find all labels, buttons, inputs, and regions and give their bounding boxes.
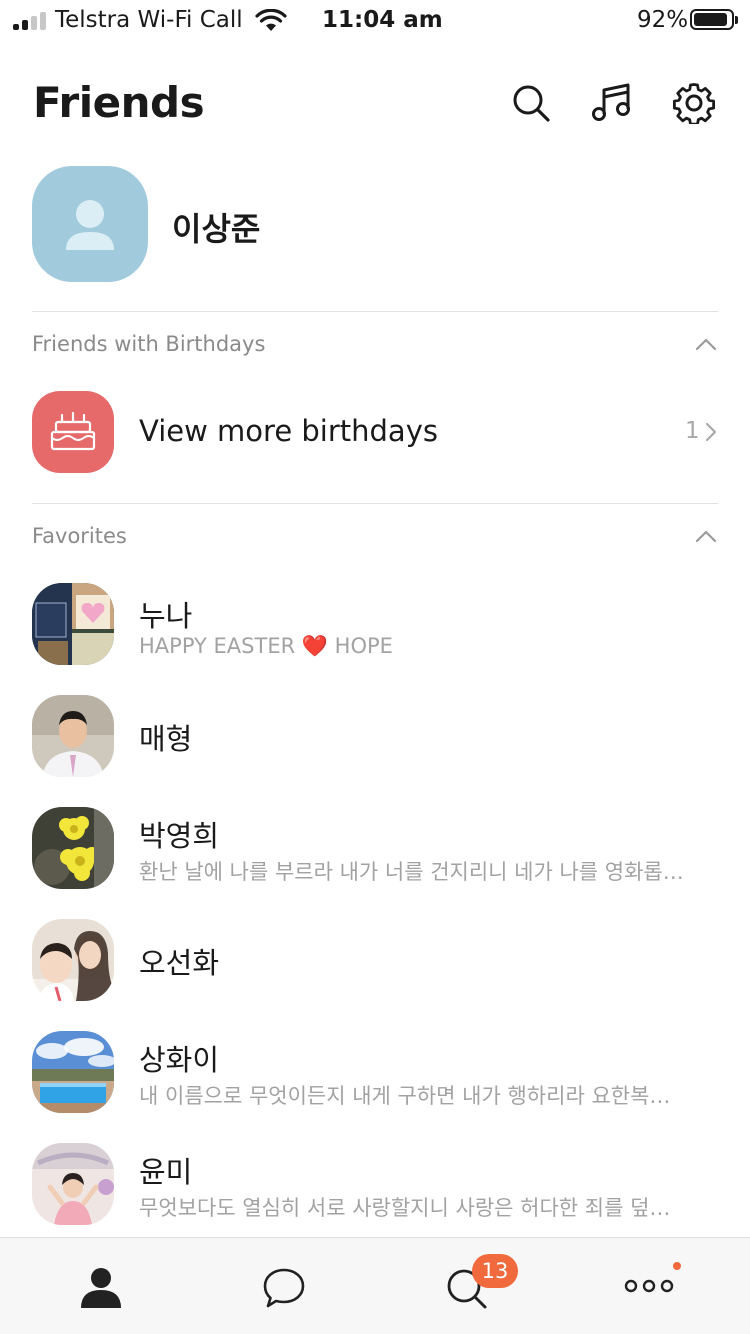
wifi-icon [255, 9, 287, 31]
friend-row[interactable]: 매형 [0, 688, 750, 788]
friend-avatar [32, 807, 114, 889]
friend-status-message: HAPPY EASTER ❤️ HOPE [139, 634, 393, 658]
more-tab-notification-dot [673, 1262, 681, 1270]
birthday-count: 1 [685, 418, 700, 444]
tab-chats[interactable] [190, 1238, 377, 1334]
status-time: 11:04 am [322, 7, 443, 33]
friend-row[interactable]: 오선화 [0, 912, 750, 1012]
friend-avatar [32, 695, 114, 777]
gear-icon[interactable] [673, 82, 715, 124]
carrier-name: Telstra Wi-Fi Call [55, 7, 243, 33]
section-header-favorites: Favorites [32, 524, 127, 548]
divider [32, 503, 718, 504]
person-icon [81, 1268, 121, 1308]
friend-name: 오선화 [139, 946, 220, 980]
friend-row[interactable]: 박영희 환난 날에 나를 부르라 내가 너를 건지리니 네가 나를 영화롭… [0, 800, 750, 900]
section-header-birthdays: Friends with Birthdays [32, 332, 266, 356]
divider [32, 311, 718, 312]
friend-row[interactable]: 누나 HAPPY EASTER ❤️ HOPE [0, 576, 750, 676]
tab-view[interactable] [372, 1238, 559, 1334]
default-person-icon [66, 200, 114, 250]
friend-avatar [32, 919, 114, 1001]
friend-name: 매형 [139, 722, 193, 756]
chat-bubble-icon [263, 1268, 305, 1308]
friend-row[interactable]: 윤미 무엇보다도 열심히 서로 사랑할지니 사랑은 허다한 죄를 덮… [0, 1136, 750, 1236]
music-icon[interactable] [590, 82, 632, 124]
birthday-cake-icon [32, 391, 114, 473]
friend-status-message: 환난 날에 나를 부르라 내가 너를 건지리니 네가 나를 영화롭… [139, 860, 684, 884]
view-more-birthdays-label: View more birthdays [139, 414, 438, 448]
chevron-right-icon [705, 422, 717, 442]
tab-more[interactable] [555, 1238, 742, 1334]
battery-icon [690, 9, 738, 30]
page-title: Friends [33, 78, 205, 127]
friend-name: 박영희 [139, 819, 220, 853]
view-tab-badge: 13 [472, 1254, 518, 1288]
collapse-chevron-icon[interactable] [695, 337, 717, 351]
tab-friends[interactable] [7, 1238, 194, 1334]
signal-strength-icon [13, 12, 49, 30]
friend-avatar [32, 583, 114, 665]
my-profile-avatar[interactable] [32, 166, 148, 282]
bottom-tab-bar [0, 1237, 750, 1334]
friend-status-message: 무엇보다도 열심히 서로 사랑할지니 사랑은 허다한 죄를 덮… [139, 1196, 671, 1220]
friend-status-message: 내 이름으로 무엇이든지 내게 구하면 내가 행하리라 요한복… [139, 1084, 671, 1108]
friend-row[interactable]: 상화이 내 이름으로 무엇이든지 내게 구하면 내가 행하리라 요한복… [0, 1024, 750, 1124]
collapse-chevron-icon[interactable] [695, 529, 717, 543]
friend-name: 상화이 [139, 1043, 220, 1077]
search-icon[interactable] [510, 82, 552, 124]
friend-name: 윤미 [139, 1155, 193, 1189]
battery-percent: 92% [637, 7, 689, 33]
friend-avatar [32, 1031, 114, 1113]
status-bar: Telstra Wi-Fi Call 11:04 am 92% [0, 0, 750, 42]
more-dots-icon [624, 1279, 674, 1293]
friend-name: 누나 [139, 599, 193, 633]
friend-avatar [32, 1143, 114, 1225]
my-profile-name[interactable]: 이상준 [172, 204, 260, 250]
